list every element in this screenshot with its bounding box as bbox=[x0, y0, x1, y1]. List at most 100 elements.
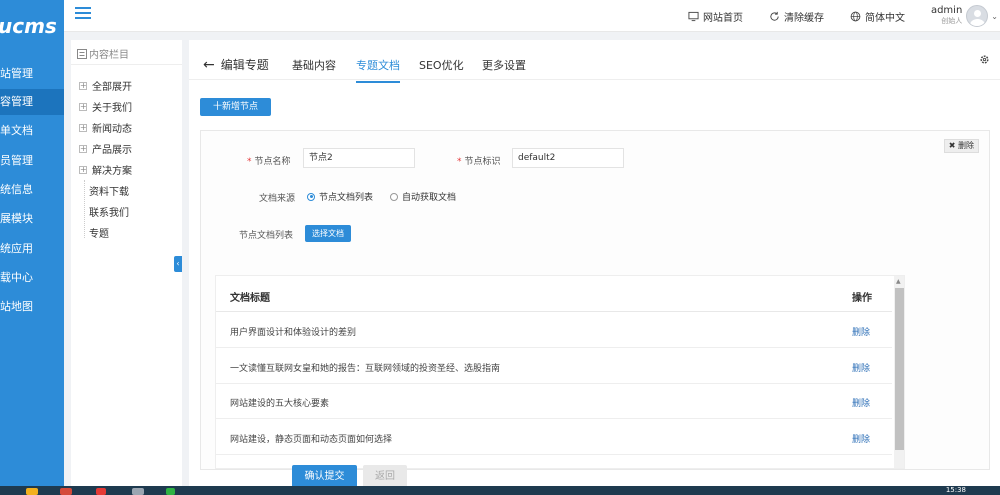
node-card: ✖ 删除 * 节点名称 节点2 * 节点标识 default2 文档来源 节点文档列… bbox=[200, 130, 990, 470]
expand-icon: + bbox=[79, 80, 87, 90]
monitor-icon bbox=[688, 11, 699, 21]
sidebar-item-sitemap[interactable]: 站地图 bbox=[0, 294, 64, 320]
user-menu[interactable]: admin 创始人 ⌄ bbox=[931, 5, 998, 27]
browser-icon[interactable] bbox=[96, 488, 106, 495]
tree-item-label: 解决方案 bbox=[92, 166, 132, 177]
taskbar-clock: 15:38 bbox=[945, 486, 966, 494]
page-title: 编辑专题 bbox=[220, 58, 269, 72]
delete-doc-link[interactable]: 删除 bbox=[852, 361, 870, 374]
sidebar-item-single-doc[interactable]: 单文档 bbox=[0, 118, 64, 144]
tab-seo[interactable]: SEO优化 bbox=[419, 57, 464, 73]
tree-item-downloads[interactable]: 资料下载 bbox=[84, 183, 129, 198]
tree-item-news[interactable]: + 新闻动态 bbox=[79, 120, 132, 135]
node-name-input[interactable]: 节点2 bbox=[303, 148, 415, 168]
back-button[interactable]: 返回 bbox=[363, 465, 407, 486]
clear-cache-link[interactable]: 清除缓存 bbox=[769, 9, 824, 24]
list-icon bbox=[77, 48, 87, 59]
radio-unchecked-icon bbox=[390, 192, 398, 201]
arrow-left-icon: ← bbox=[203, 56, 215, 73]
app-icon[interactable] bbox=[132, 488, 144, 495]
back-link[interactable]: ← 编辑专题 bbox=[203, 56, 269, 73]
tree-item-contact[interactable]: 联系我们 bbox=[84, 204, 129, 219]
folder-icon[interactable] bbox=[26, 488, 38, 495]
col-title-header: 文档标题 bbox=[230, 293, 270, 304]
add-node-button[interactable]: 十新增节点 bbox=[200, 98, 271, 116]
expand-icon: + bbox=[79, 101, 87, 111]
main-panel: ← 编辑专题 基础内容 专题文档 SEO优化 更多设置 十新增节点 ✖ 删除 *… bbox=[189, 40, 1000, 486]
gear-icon[interactable] bbox=[979, 54, 990, 65]
sidebar-item-content[interactable]: 容管理 bbox=[0, 89, 64, 115]
table-scrollbar[interactable]: ▲ bbox=[894, 276, 904, 468]
doc-title: 网站建设的五大核心要素 bbox=[230, 399, 330, 409]
scrollbar-thumb[interactable] bbox=[895, 288, 904, 450]
os-taskbar: 15:38 bbox=[0, 486, 1000, 495]
delete-doc-link[interactable]: 删除 bbox=[852, 432, 870, 445]
node-name-label: * 节点名称 bbox=[247, 157, 291, 167]
sidebar-item-apps[interactable]: 统应用 bbox=[0, 236, 64, 262]
doc-title: 一文读懂互联网女皇和她的报告：互联网领域的投资圣经、选股指南 bbox=[230, 364, 501, 374]
delete-doc-link[interactable]: 删除 bbox=[852, 396, 870, 409]
tab-bar: ← 编辑专题 基础内容 专题文档 SEO优化 更多设置 bbox=[189, 40, 1000, 83]
user-role: 创始人 bbox=[941, 17, 963, 25]
doc-source-label: 文档来源 bbox=[259, 194, 296, 204]
submit-button[interactable]: 确认提交 bbox=[292, 465, 357, 486]
avatar[interactable] bbox=[966, 5, 989, 27]
clear-cache-label: 清除缓存 bbox=[783, 12, 824, 24]
expand-icon: + bbox=[79, 122, 87, 132]
category-tree-panel: 内容栏目 + 全部展开 + 关于我们 + 新闻动态 + 产品展示 + 解决方案 资料下载 … bbox=[71, 40, 182, 486]
app-icon[interactable] bbox=[60, 488, 72, 495]
close-icon: ✖ bbox=[948, 141, 958, 150]
col-op-header: 操作 bbox=[852, 293, 872, 304]
divider bbox=[71, 64, 182, 65]
radio-auto-fetch[interactable]: 自动获取文档 bbox=[390, 190, 456, 203]
sidebar-item-members[interactable]: 员管理 bbox=[0, 148, 64, 174]
delete-node-button[interactable]: ✖ 删除 bbox=[943, 139, 979, 153]
tree-item-label: 关于我们 bbox=[92, 103, 132, 114]
sidebar-item-site[interactable]: 站管理 bbox=[0, 61, 64, 87]
chat-icon[interactable] bbox=[166, 488, 175, 495]
tree-item-products[interactable]: + 产品展示 bbox=[79, 141, 132, 156]
language-label: 简体中文 bbox=[864, 12, 905, 24]
sidebar-item-system-info[interactable]: 统信息 bbox=[0, 177, 64, 203]
refresh-icon bbox=[770, 11, 779, 21]
scroll-up-icon[interactable]: ▲ bbox=[896, 278, 901, 285]
table-row: 一文读懂互联网女皇和她的报告：互联网领域的投资圣经、选股指南 删除 bbox=[216, 348, 892, 384]
tree-item-label: 全部展开 bbox=[92, 82, 132, 93]
chevron-down-icon[interactable]: ⌄ bbox=[991, 12, 998, 21]
expand-icon: + bbox=[79, 143, 87, 153]
collapse-panel-icon[interactable]: ‹ bbox=[174, 256, 182, 272]
select-doc-button[interactable]: 选择文档 bbox=[305, 225, 351, 242]
delete-node-label: 删除 bbox=[958, 141, 974, 150]
tab-basic[interactable]: 基础内容 bbox=[292, 57, 336, 73]
tree-expand-all[interactable]: + 全部展开 bbox=[79, 78, 132, 93]
radio-node-doc-list[interactable]: 节点文档列表 bbox=[307, 190, 373, 203]
tree-item-topics[interactable]: 专题 bbox=[84, 225, 109, 240]
radio-label: 自动获取文档 bbox=[402, 193, 457, 203]
table-row: 用户界面设计和体验设计的差别 删除 bbox=[216, 312, 892, 348]
doc-table: 文档标题 操作 用户界面设计和体验设计的差别 删除 一文读懂互联网女皇和她的报告… bbox=[215, 275, 905, 469]
site-home-link[interactable]: 网站首页 bbox=[688, 9, 743, 24]
radio-label: 节点文档列表 bbox=[319, 193, 374, 203]
sidebar-item-downloads[interactable]: 载中心 bbox=[0, 265, 64, 291]
top-header: 网站首页 清除缓存 简体中文 admin 创始人 ⌄ bbox=[64, 0, 1000, 32]
node-name-label-text: 节点名称 bbox=[254, 157, 291, 167]
tree-item-solutions[interactable]: + 解决方案 bbox=[79, 162, 132, 177]
expand-icon: + bbox=[79, 164, 87, 174]
header-links: 网站首页 清除缓存 简体中文 admin 创始人 ⌄ bbox=[688, 0, 1000, 32]
delete-doc-link[interactable]: 删除 bbox=[852, 325, 870, 338]
globe-icon bbox=[850, 11, 861, 21]
tree-item-about[interactable]: + 关于我们 bbox=[79, 99, 132, 114]
tab-topic-docs[interactable]: 专题文档 bbox=[356, 57, 400, 83]
tab-more-settings[interactable]: 更多设置 bbox=[482, 57, 526, 73]
app-logo: ucms bbox=[0, 14, 57, 38]
sidebar-item-extensions[interactable]: 展模块 bbox=[0, 206, 64, 232]
table-row: 网站建设，静态页面和动态页面如何选择 删除 bbox=[216, 419, 892, 455]
node-key-input[interactable]: default2 bbox=[512, 148, 624, 168]
doc-title: 用户界面设计和体验设计的差别 bbox=[230, 328, 357, 338]
table-row: 网站建设的五大核心要素 删除 bbox=[216, 383, 892, 419]
language-link[interactable]: 简体中文 bbox=[850, 9, 905, 24]
sidebar: ucms 站管理 容管理 单文档 员管理 统信息 展模块 统应用 载中心 站地图 bbox=[0, 0, 64, 486]
menu-toggle-icon[interactable] bbox=[75, 7, 91, 21]
user-names: admin 创始人 bbox=[931, 5, 962, 27]
radio-checked-icon bbox=[307, 192, 315, 201]
